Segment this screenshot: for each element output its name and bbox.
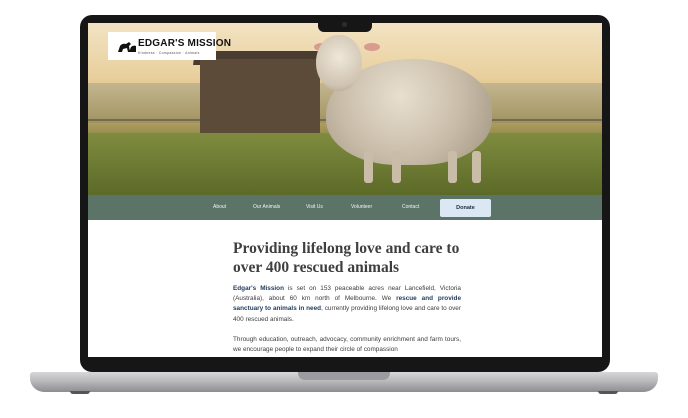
- website-screen: EDGAR'S MISSION Kindness · Compassion · …: [88, 23, 602, 357]
- laptop-foot-left: [70, 391, 90, 394]
- sheep-leg: [448, 151, 457, 183]
- nav-item-our-animals[interactable]: Our Animals: [253, 195, 280, 220]
- barn: [200, 59, 320, 133]
- sheep-leg: [392, 151, 401, 183]
- site-logo[interactable]: EDGAR'S MISSION Kindness · Compassion · …: [108, 32, 231, 60]
- nav-item-about[interactable]: About: [213, 195, 226, 220]
- laptop-foot-right: [598, 391, 618, 394]
- sheep-leg: [472, 151, 481, 183]
- logo-title: EDGAR'S MISSION: [138, 38, 232, 49]
- nav-item-contact[interactable]: Contact: [402, 195, 419, 220]
- sheep-head: [316, 35, 362, 91]
- nav-item-volunteer[interactable]: Volunteer: [351, 195, 372, 220]
- org-name: Edgar's Mission: [233, 285, 284, 292]
- camera-icon: [342, 22, 347, 27]
- laptop-opening-lip: [298, 372, 390, 380]
- intro-paragraph: Edgar's Mission is set on 153 peaceable …: [233, 284, 461, 325]
- main-navigation: About Our Animals Visit Us Volunteer Con…: [88, 195, 602, 220]
- animals-logo-icon: [118, 42, 136, 52]
- outreach-paragraph: Through education, outreach, advocacy, c…: [233, 336, 461, 354]
- nav-item-visit-us[interactable]: Visit Us: [306, 195, 323, 220]
- sheep-ear-right: [364, 43, 380, 51]
- donate-button[interactable]: Donate: [440, 199, 491, 217]
- logo-tagline: Kindness · Compassion · Animals: [138, 51, 200, 55]
- sheep-leg: [364, 151, 373, 183]
- hero-image: EDGAR'S MISSION Kindness · Compassion · …: [88, 23, 602, 195]
- page-title: Providing lifelong love and care to over…: [233, 240, 460, 276]
